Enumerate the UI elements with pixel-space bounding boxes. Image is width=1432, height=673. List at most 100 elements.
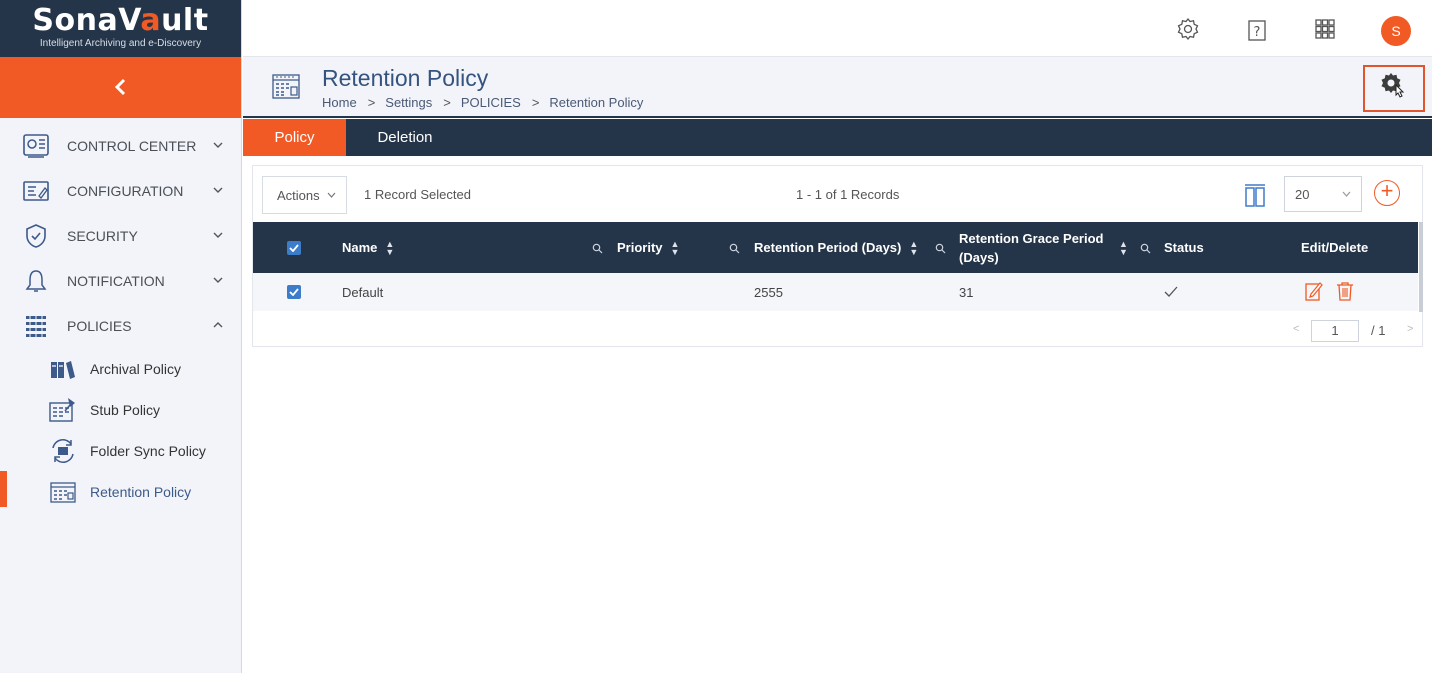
- page-number-input[interactable]: 1: [1311, 320, 1359, 342]
- sidebar-item-label: CONFIGURATION: [67, 182, 184, 199]
- chevron-down-icon: [213, 275, 223, 286]
- chevron-down-icon: [213, 140, 223, 151]
- checkbox-checked-icon: [287, 240, 301, 255]
- chevron-down-icon: [213, 185, 223, 196]
- sidebar-subitem-label: Retention Policy: [90, 483, 192, 500]
- column-header-grace-period[interactable]: Retention Grace Period (Days): [959, 222, 1103, 273]
- records-count-text: 1 - 1 of 1 Records: [796, 187, 900, 202]
- sidebar-item-notification[interactable]: NOTIFICATION: [0, 258, 241, 303]
- chevron-right-icon[interactable]: >: [1407, 323, 1413, 335]
- column-header-priority[interactable]: Priority ▲ ▼: [617, 222, 679, 273]
- apps-grid-icon[interactable]: [1312, 16, 1338, 42]
- selected-count-text: 1 Record Selected: [364, 187, 471, 202]
- cell-status: [1164, 273, 1178, 311]
- retention-policy-icon: [271, 72, 301, 105]
- configuration-icon: [22, 177, 50, 205]
- actions-label: Actions: [277, 187, 320, 203]
- actions-dropdown[interactable]: Actions: [262, 176, 347, 214]
- sidebar-subitem-archival-policy[interactable]: Archival Policy: [0, 348, 241, 389]
- breadcrumb-separator: >: [531, 95, 540, 110]
- breadcrumb-settings[interactable]: Settings: [385, 95, 432, 110]
- chevron-down-icon: [1342, 189, 1351, 199]
- search-icon[interactable]: [729, 242, 740, 257]
- sidebar-item-control-center[interactable]: CONTROL CENTER: [0, 123, 241, 168]
- chevron-left-icon[interactable]: <: [1293, 323, 1299, 335]
- column-header-label: Retention Period (Days): [754, 240, 902, 255]
- column-header-edit-delete: Edit/Delete: [1301, 240, 1369, 255]
- edit-icon: [1305, 281, 1323, 304]
- sidebar-item-configuration[interactable]: CONFIGURATION: [0, 168, 241, 213]
- breadcrumb-home[interactable]: Home: [322, 95, 357, 110]
- page-title: Retention Policy: [322, 65, 489, 91]
- chevron-down-icon: [327, 190, 336, 200]
- sidebar-item-label: CONTROL CENTER: [67, 137, 197, 154]
- tab-deletion[interactable]: Deletion: [346, 119, 464, 156]
- page-total: / 1: [1371, 323, 1386, 338]
- sidebar-subitem-stub-policy[interactable]: Stub Policy: [0, 389, 241, 430]
- breadcrumb-separator: >: [367, 95, 376, 110]
- help-icon[interactable]: ?: [1245, 16, 1271, 42]
- sidebar-subitem-label: Stub Policy: [90, 401, 161, 418]
- sidebar-item-security[interactable]: SECURITY: [0, 213, 241, 258]
- delete-button[interactable]: [1336, 273, 1354, 311]
- column-header-label: Retention Grace Period (Days): [959, 230, 1104, 265]
- page-size-value: 20: [1295, 186, 1310, 202]
- svg-text:?: ?: [1254, 25, 1261, 40]
- breadcrumb: Home > Settings > POLICIES > Retention Policy: [322, 95, 649, 110]
- sidebar-subitem-folder-sync-policy[interactable]: Folder Sync Policy: [0, 430, 241, 471]
- sidebar-subitem-label: Folder Sync Policy: [90, 442, 206, 459]
- brand-name: SonaVault: [32, 3, 209, 38]
- breadcrumb-policies[interactable]: POLICIES: [461, 95, 521, 110]
- plus-icon: +: [1380, 178, 1394, 203]
- sort-icon: ▲ ▼: [909, 238, 919, 257]
- add-policy-button[interactable]: +: [1374, 180, 1400, 206]
- search-icon[interactable]: [1140, 242, 1151, 257]
- tab-bar: Policy Deletion: [243, 119, 1432, 156]
- select-all-checkbox[interactable]: [287, 222, 301, 273]
- retention-policy-icon: [48, 478, 78, 506]
- checkmark-icon: [1164, 285, 1178, 300]
- sort-icon: ▲ ▼: [670, 238, 680, 257]
- checkbox-checked-icon: [287, 285, 301, 299]
- chevron-left-icon: [114, 72, 128, 103]
- stub-policy-icon: [48, 396, 78, 424]
- sidebar-item-policies[interactable]: POLICIES: [0, 303, 241, 348]
- cell-grace-period: 31: [959, 284, 974, 300]
- column-header-retention-period[interactable]: Retention Period (Days) ▲ ▼: [754, 222, 918, 273]
- search-icon[interactable]: [935, 242, 946, 257]
- search-icon[interactable]: [592, 242, 603, 257]
- brand-tagline: Intelligent Archiving and e-Discovery: [39, 38, 202, 49]
- breadcrumb-current: Retention Policy: [549, 95, 644, 110]
- chevron-up-icon: [213, 320, 223, 331]
- cell-retention-period: 2555: [754, 284, 783, 300]
- table-scrollbar[interactable]: [1419, 222, 1423, 312]
- row-checkbox[interactable]: [287, 273, 301, 311]
- page-size-select[interactable]: 20: [1284, 176, 1362, 212]
- column-header-status: Status: [1164, 240, 1204, 255]
- edit-button[interactable]: [1305, 273, 1323, 311]
- policy-table-panel: Actions 1 Record Selected 1 - 1 of 1 Rec…: [252, 165, 1423, 347]
- gear-icon[interactable]: [1175, 16, 1201, 42]
- page-settings-button[interactable]: [1363, 65, 1425, 112]
- columns-icon[interactable]: [1243, 182, 1267, 213]
- tab-policy[interactable]: Policy: [243, 119, 346, 156]
- column-header-name[interactable]: Name ▲ ▼: [342, 222, 394, 273]
- sidebar-subitem-label: Archival Policy: [90, 360, 182, 377]
- shield-icon: [22, 222, 50, 250]
- table-row[interactable]: Default 2555 31: [253, 273, 1418, 311]
- user-avatar[interactable]: S: [1381, 16, 1411, 46]
- gear-icon: [1379, 70, 1409, 107]
- policies-icon: [22, 312, 50, 340]
- sidebar-subitem-retention-policy[interactable]: Retention Policy: [0, 471, 241, 512]
- breadcrumb-separator: >: [443, 95, 451, 110]
- control-center-icon: [22, 132, 50, 160]
- sidebar-item-label: SECURITY: [67, 227, 138, 244]
- sidebar: SonaVault Intelligent Archiving and e-Di…: [0, 0, 242, 673]
- trash-icon: [1336, 281, 1354, 304]
- sidebar-collapse-button[interactable]: [0, 57, 241, 118]
- sidebar-nav: CONTROL CENTER CONFIGURATION SECURITY NO…: [0, 118, 241, 512]
- folder-sync-icon: [48, 437, 78, 465]
- sort-icon[interactable]: ▲ ▼: [1119, 222, 1128, 273]
- column-header-label: Priority: [617, 240, 663, 255]
- brand-logo[interactable]: SonaVault Intelligent Archiving and e-Di…: [0, 0, 241, 57]
